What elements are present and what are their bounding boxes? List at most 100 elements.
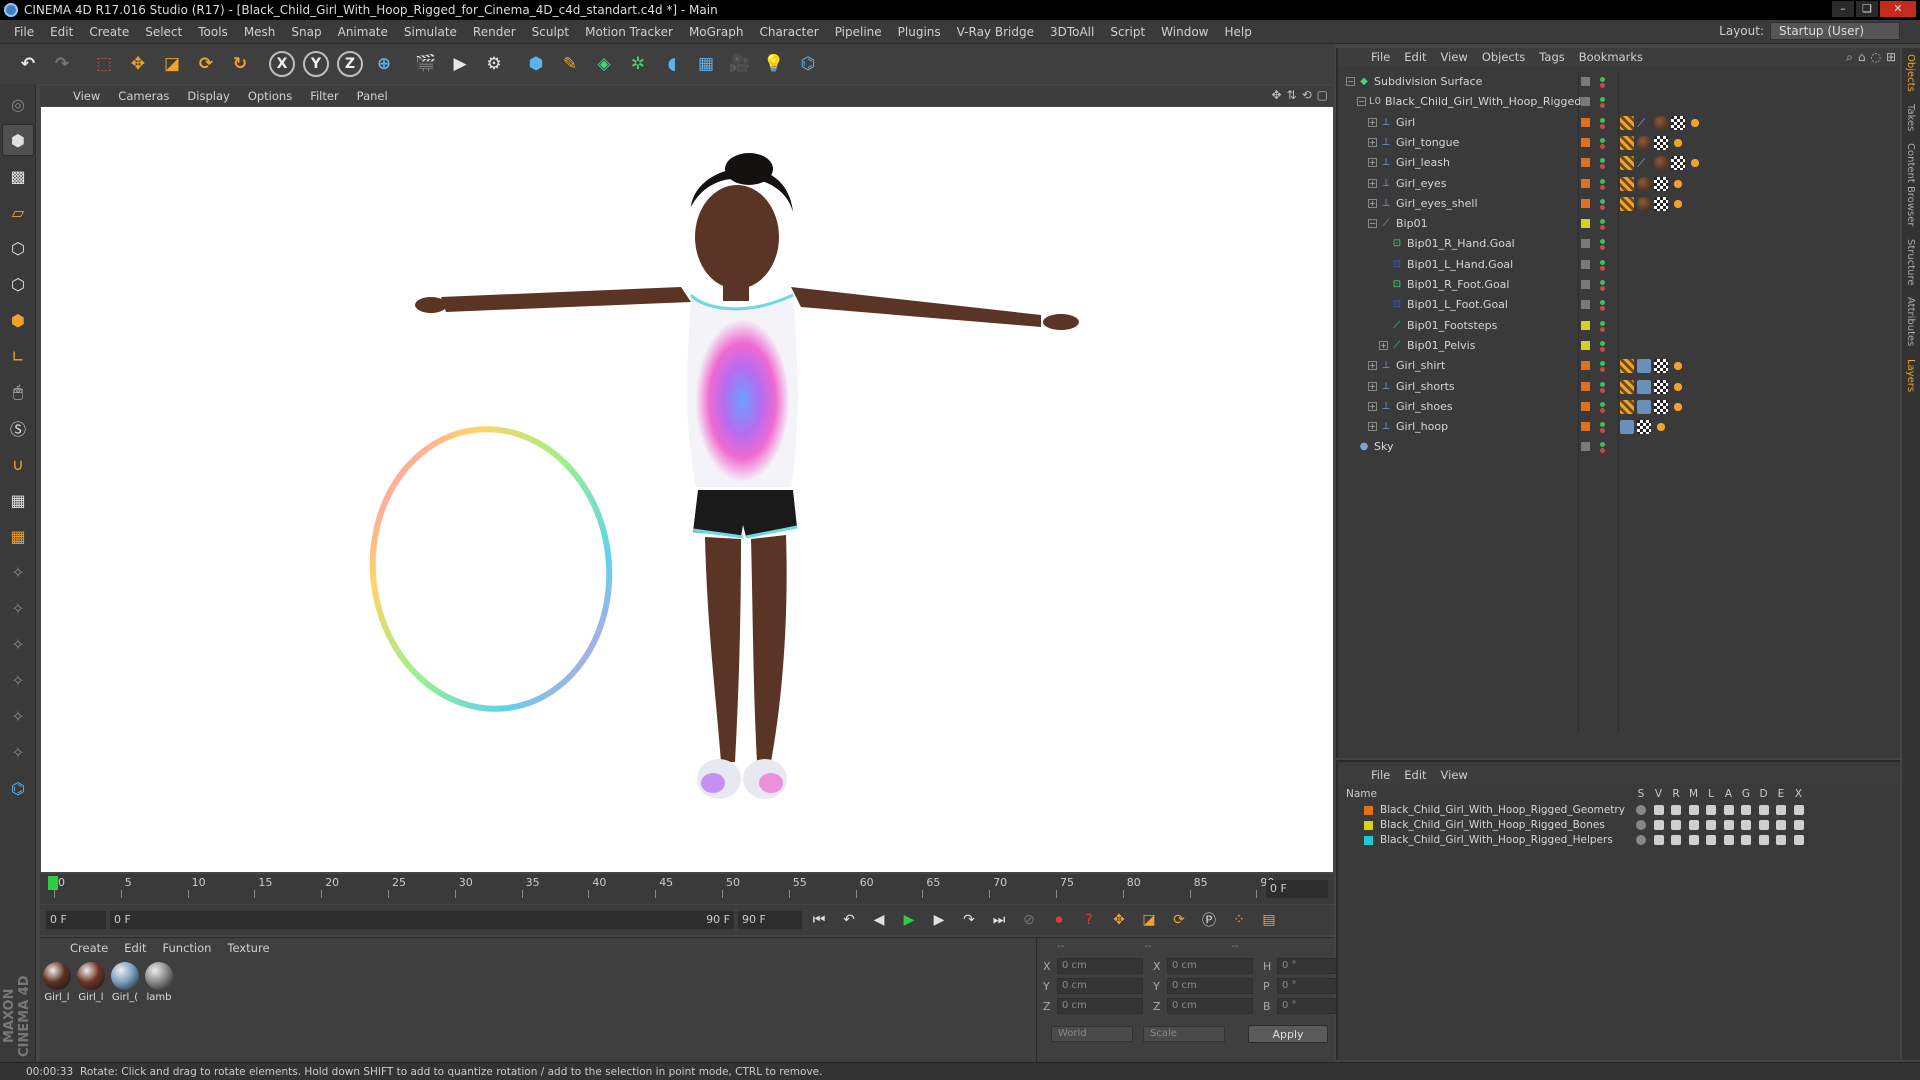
object-row[interactable]: − ⟋ Bip01 [1338,214,1898,234]
object-row[interactable]: ⊡ Bip01_R_Hand.Goal [1338,234,1898,254]
material-tag-icon[interactable] [1637,196,1651,211]
layer-color-swatch[interactable] [1581,137,1590,147]
dock-tab-layers[interactable]: Layers [1905,353,1916,398]
layer-color-swatch[interactable] [1581,381,1590,391]
phong-tag-icon[interactable] [1620,359,1634,374]
material-tag-icon[interactable] [1620,420,1634,435]
menu-character[interactable]: Character [751,25,826,39]
material-tag-icon[interactable] [1637,399,1651,414]
layer-menu-view[interactable]: View [1434,768,1475,782]
object-row[interactable]: ⊡ Bip01_L_Hand.Goal [1338,255,1898,275]
toggle-view-icon[interactable]: ▢ [1317,88,1328,102]
render-view-icon[interactable]: 🎬 [410,48,442,80]
menu-tools[interactable]: Tools [190,25,236,39]
layer-toggle-icon[interactable] [1706,835,1716,845]
magnet-icon[interactable]: ∪ [2,448,34,480]
rotate-view-icon[interactable]: ⟲ [1302,88,1312,102]
texture-tag-icon[interactable] [1671,156,1685,171]
layer-row[interactable]: Black_Child_Girl_With_Hoop_Rigged_Helper… [1338,833,1898,848]
object-row[interactable]: + ⊥ Girl_shirt [1338,356,1898,376]
layer-toggle-icon[interactable] [1723,805,1734,815]
object-row[interactable]: ⊡ Bip01_R_Foot.Goal [1338,275,1898,295]
recent-tool-icon[interactable]: ↻ [224,48,256,80]
coordinate-field[interactable]: 0 cm [1057,958,1143,974]
object-menu-objects[interactable]: Objects [1475,50,1532,64]
grid-lock-icon[interactable]: ▦ [2,484,34,516]
viewport-menu-options[interactable]: Options [239,89,301,103]
scale-icon[interactable]: ◪ [156,48,188,80]
layer-toggle-icon[interactable] [1653,820,1664,830]
object-menu-edit[interactable]: Edit [1397,50,1433,64]
previous-key-icon[interactable]: ↶ [836,907,862,933]
coordinate-field[interactable]: 0 cm [1167,958,1253,974]
object-row[interactable]: + ⊥ Girl_leash ⟋ [1338,153,1898,173]
layer-color-swatch[interactable] [1581,158,1590,168]
layer-toggle-icon[interactable] [1758,835,1769,845]
dock-tab-objects[interactable]: Objects [1905,48,1916,98]
object-menu-bookmarks[interactable]: Bookmarks [1572,50,1650,64]
layer-color-swatch[interactable] [1581,178,1590,188]
search-icon[interactable]: ⌕ [1846,50,1853,65]
layer-toggle-icon[interactable] [1653,835,1664,845]
object-row[interactable]: ⟋ Bip01_Footsteps [1338,316,1898,336]
layer-toggle-icon[interactable] [1671,805,1681,815]
layer-color-swatch[interactable] [1364,806,1373,815]
go-to-start-icon[interactable]: ⏮ [806,907,832,933]
layer-toggle-icon[interactable] [1706,805,1716,815]
pen-spline-icon[interactable]: ✎ [554,48,586,80]
axis-mode-icon[interactable]: ∟ [2,340,34,372]
object-menu-file[interactable]: File [1364,50,1397,64]
coordinate-field[interactable]: 0 cm [1057,978,1143,994]
layer-toggle-icon[interactable] [1688,805,1699,815]
phong-tag-icon[interactable] [1620,156,1634,171]
material-tag-icon[interactable] [1637,176,1651,191]
menu-mesh[interactable]: Mesh [236,25,284,39]
object-row[interactable]: + ⊥ Girl_shoes [1338,397,1898,417]
menu-help[interactable]: Help [1216,25,1259,39]
expand-toggle[interactable]: + [1368,178,1377,188]
viewport-menu-filter[interactable]: Filter [301,89,347,103]
coordinate-field[interactable]: 0 cm [1057,998,1143,1014]
editor-visibility-dot[interactable] [1600,97,1605,103]
key-scale-icon[interactable]: ◪ [1136,907,1162,933]
phong-tag-icon[interactable] [1620,176,1634,191]
autokey-icon[interactable]: ? [1076,907,1102,933]
layer-color-swatch[interactable] [1581,340,1590,350]
menu-animate[interactable]: Animate [330,25,396,39]
viewport-menu-cameras[interactable]: Cameras [109,89,178,103]
layer-toggle-icon[interactable] [1723,820,1734,830]
layer-toggle-icon[interactable] [1758,820,1769,830]
expand-toggle[interactable]: + [1368,401,1377,411]
dock-tab-takes[interactable]: Takes [1905,98,1916,137]
render-visibility-dot[interactable] [1600,346,1605,352]
layer-toggle-icon[interactable] [1688,820,1699,830]
layer-toggle-icon[interactable] [1636,820,1646,830]
layer-color-swatch[interactable] [1581,422,1590,432]
layer-toggle-icon[interactable] [1671,835,1681,845]
render-visibility-dot[interactable] [1600,286,1605,291]
dock-tab-attributes[interactable]: Attributes [1905,291,1916,352]
record-keys-icon[interactable]: ⏺ [1046,907,1072,933]
redo-icon[interactable]: ↷ [46,48,78,80]
object-menu-view[interactable]: View [1434,50,1475,64]
layer-toggle-icon[interactable] [1793,835,1804,845]
layer-color-swatch[interactable] [1364,836,1373,845]
phong-tag-icon[interactable] [1620,379,1634,394]
expand-toggle[interactable]: + [1368,137,1377,147]
menu-select[interactable]: Select [137,25,190,39]
layer-color-swatch[interactable] [1581,280,1590,289]
dock-tab-structure[interactable]: Structure [1905,233,1916,292]
render-visibility-dot[interactable] [1600,306,1605,312]
editor-visibility-dot[interactable] [1600,442,1605,448]
close-button[interactable]: ✕ [1880,1,1916,17]
apply-button[interactable]: Apply [1248,1025,1328,1043]
render-picture-viewer-icon[interactable]: ▶ [444,48,476,80]
material-tag-icon[interactable] [1654,156,1668,171]
object-row[interactable]: + ⟋ Bip01_Pelvis [1338,336,1898,356]
texture-tag-icon[interactable] [1654,135,1668,150]
z-axis-lock-button[interactable]: Z [337,51,363,77]
play-icon[interactable]: ▶ [896,907,922,933]
editor-visibility-dot[interactable] [1600,422,1605,428]
material-tag-icon[interactable] [1637,135,1651,150]
material-tag-icon[interactable] [1637,359,1651,374]
